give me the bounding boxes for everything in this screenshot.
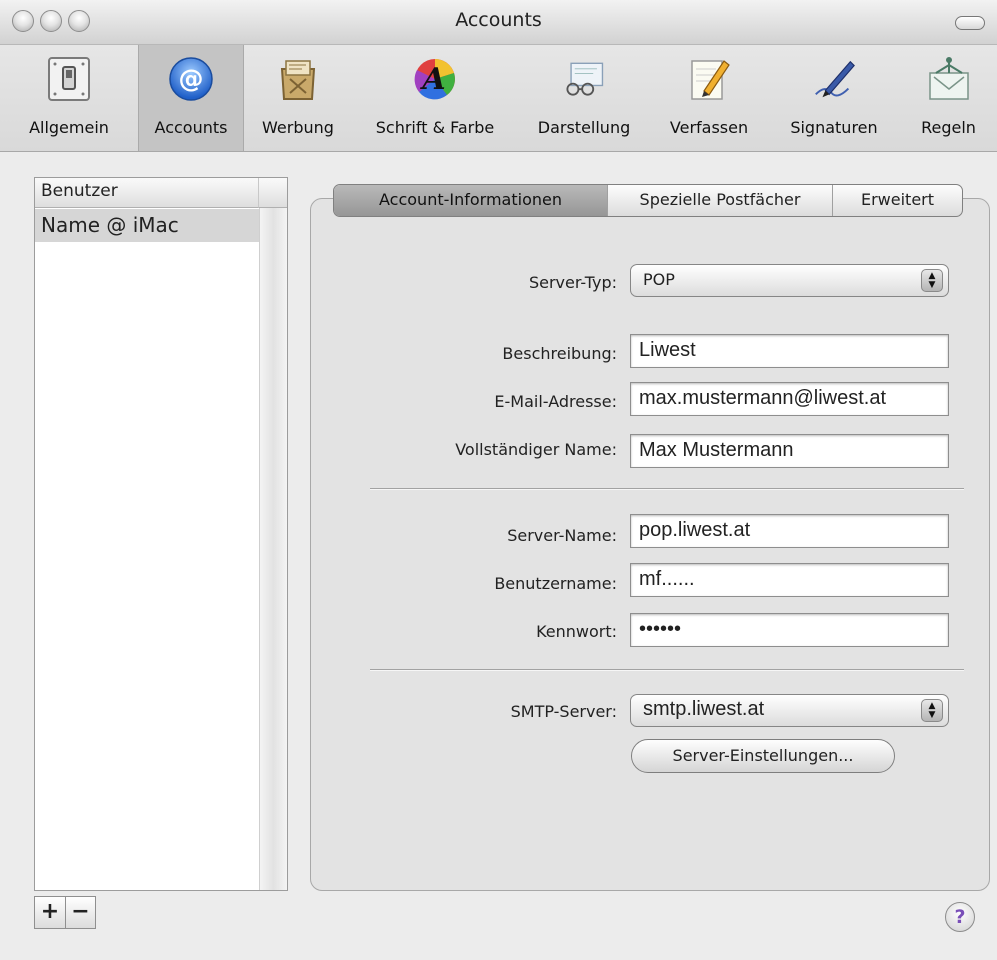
server-settings-button[interactable]: Server-Einstellungen... xyxy=(631,739,895,773)
server-type-select[interactable]: POP ▲ ▼ xyxy=(630,264,949,297)
svg-text:@: @ xyxy=(179,64,204,93)
password-label: Kennwort: xyxy=(536,622,617,641)
svg-text:A: A xyxy=(419,62,445,97)
add-account-button[interactable]: + xyxy=(35,897,65,928)
smtp-server-label: SMTP-Server: xyxy=(510,702,617,721)
toolbar-item-signaturen[interactable]: Signaturen xyxy=(768,45,900,151)
full-name-field[interactable]: Max Mustermann xyxy=(630,434,949,468)
toolbar-label: Schrift & Farbe xyxy=(375,118,495,137)
toolbar-item-darstellung[interactable]: Darstellung xyxy=(518,45,650,151)
username-label: Benutzername: xyxy=(494,574,617,593)
at-sign-icon: @ xyxy=(167,53,215,105)
general-switch-icon xyxy=(45,53,93,105)
accounts-list-header[interactable]: Benutzer xyxy=(35,178,259,208)
toolbar-item-werbung[interactable]: Werbung xyxy=(244,45,352,151)
list-header-corner xyxy=(259,178,287,208)
select-arrows-icon: ▲ ▼ xyxy=(921,269,943,292)
smtp-server-select[interactable]: smtp.liwest.at ▲ ▼ xyxy=(630,694,949,727)
font-color-icon: A xyxy=(411,53,459,105)
tab-account-informationen[interactable]: Account-Informationen xyxy=(334,185,607,216)
list-item[interactable]: Name @ iMac xyxy=(35,209,259,242)
toolbar-label: Allgemein xyxy=(29,118,109,137)
toolbar-label: Darstellung xyxy=(537,118,631,137)
signature-pen-icon xyxy=(810,53,858,105)
toolbar-label: Regeln xyxy=(921,118,976,137)
server-name-field[interactable]: pop.liwest.at xyxy=(630,514,949,548)
title-bar: Accounts xyxy=(0,0,997,45)
toolbar-label: Werbung xyxy=(262,118,334,137)
full-name-label: Vollständiger Name: xyxy=(455,440,617,459)
description-field[interactable]: Liwest xyxy=(630,334,949,368)
smtp-server-value: smtp.liwest.at xyxy=(643,698,765,720)
accounts-list-scrollbar[interactable] xyxy=(259,208,287,890)
description-label: Beschreibung: xyxy=(502,344,617,363)
toolbar-item-allgemein[interactable]: Allgemein xyxy=(0,45,138,151)
server-name-label: Server-Name: xyxy=(507,526,617,545)
toolbar-item-accounts[interactable]: @ Accounts xyxy=(138,45,244,151)
toolbar-toggle-button[interactable] xyxy=(955,16,985,30)
rules-icon xyxy=(925,53,973,105)
toolbar-item-regeln[interactable]: Regeln xyxy=(900,45,997,151)
preferences-content: Benutzer Name @ iMac + − Account-Informa… xyxy=(0,152,997,960)
tab-erweitert[interactable]: Erweitert xyxy=(832,185,962,216)
add-remove-buttons: + − xyxy=(34,896,96,929)
select-arrows-icon: ▲ ▼ xyxy=(921,699,943,722)
compose-pencil-icon xyxy=(685,53,733,105)
accounts-list[interactable]: Benutzer Name @ iMac xyxy=(34,177,288,891)
separator xyxy=(370,488,964,490)
help-button[interactable]: ? xyxy=(945,902,975,932)
toolbar-item-schrift-farbe[interactable]: A Schrift & Farbe xyxy=(352,45,518,151)
server-type-label: Server-Typ: xyxy=(528,273,617,292)
server-type-value: POP xyxy=(643,270,675,289)
junk-mail-icon xyxy=(274,53,322,105)
remove-account-button[interactable]: − xyxy=(65,897,95,928)
email-field[interactable]: max.mustermann@liwest.at xyxy=(630,382,949,416)
viewing-glasses-icon xyxy=(560,53,608,105)
toolbar-label: Verfassen xyxy=(669,118,749,137)
toolbar-label: Accounts xyxy=(154,118,228,137)
email-label: E-Mail-Adresse: xyxy=(494,392,617,411)
tab-spezielle-postfaecher[interactable]: Spezielle Postfächer xyxy=(607,185,832,216)
password-field[interactable]: •••••• xyxy=(630,613,949,647)
toolbar-label: Signaturen xyxy=(790,118,878,137)
account-tabs: Account-Informationen Spezielle Postfäch… xyxy=(333,184,963,217)
username-field[interactable]: mf...... xyxy=(630,563,949,597)
separator xyxy=(370,669,964,671)
preferences-toolbar: Allgemein @ Accounts Werbung A Schrift &… xyxy=(0,45,997,152)
toolbar-item-verfassen[interactable]: Verfassen xyxy=(650,45,768,151)
window-title: Accounts xyxy=(455,9,542,31)
